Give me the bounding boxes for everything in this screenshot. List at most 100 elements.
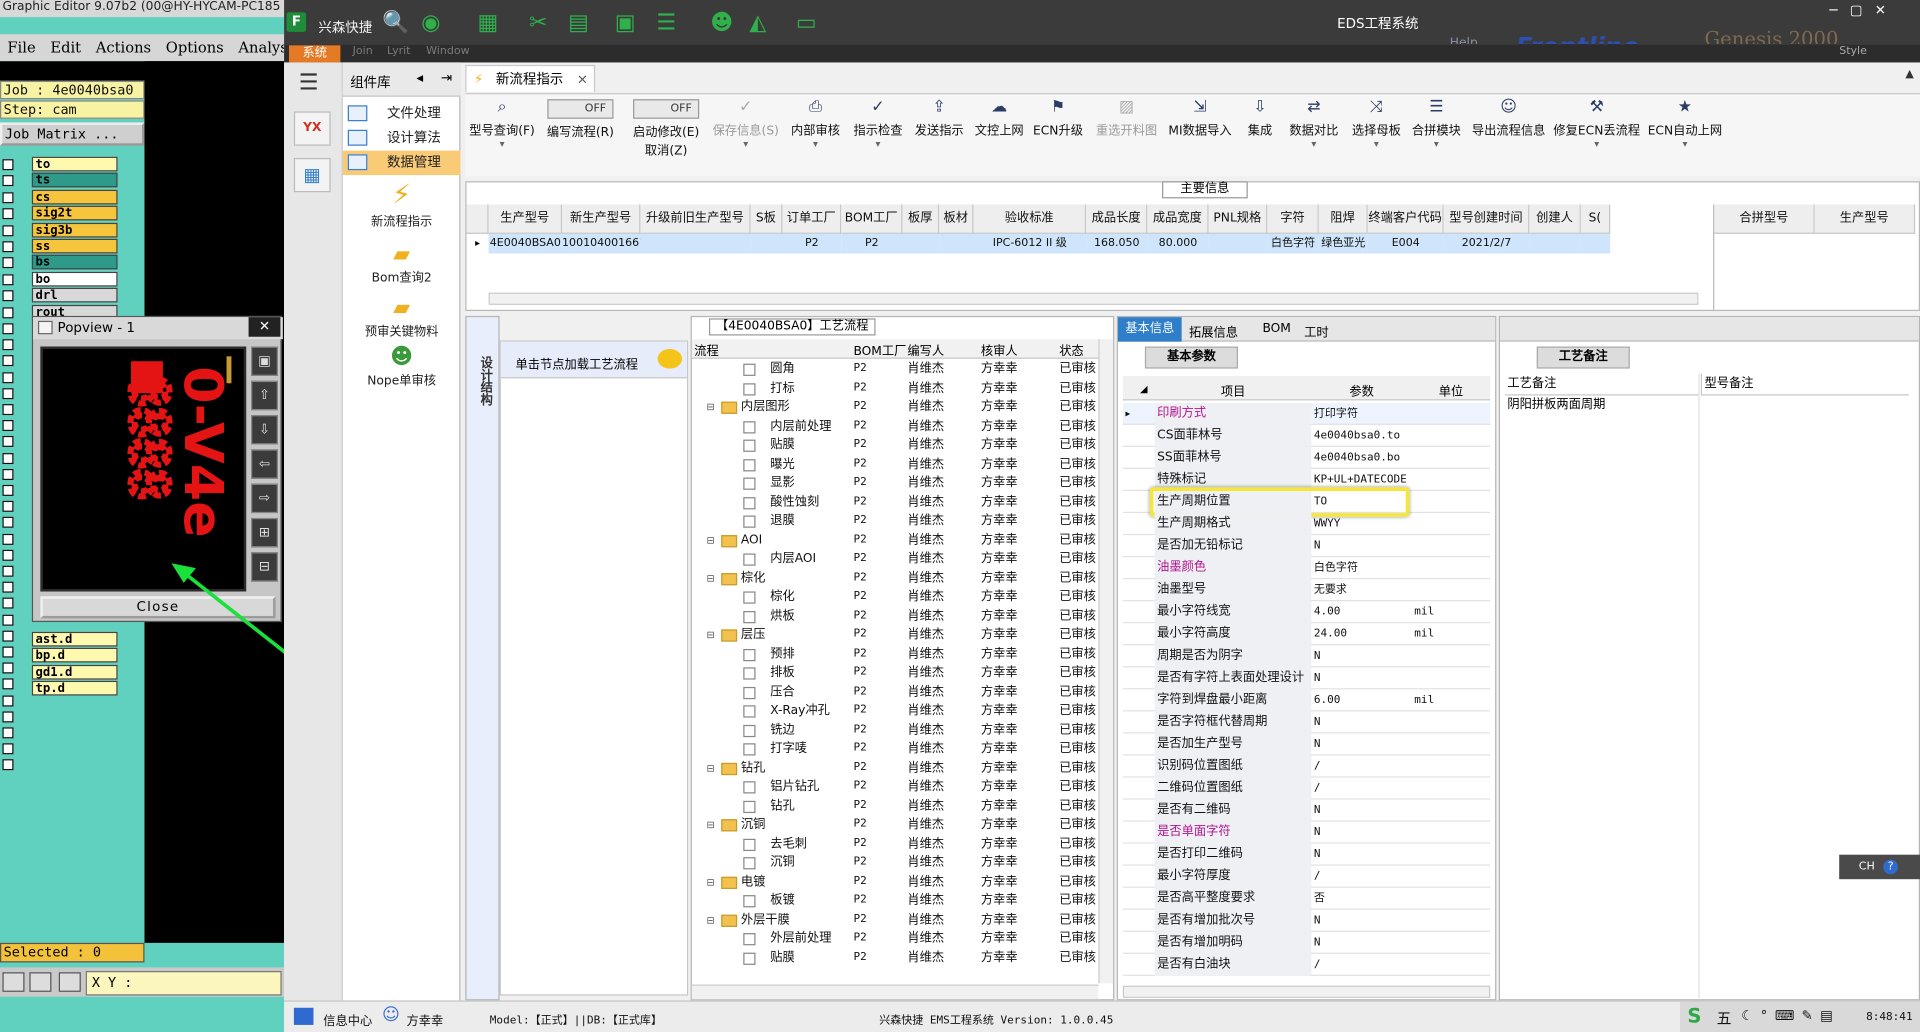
layer-row[interactable]: ast.d <box>31 631 118 647</box>
detail-row[interactable]: 是否高平整度要求否 <box>1122 887 1491 910</box>
layer-checkbox[interactable] <box>2 290 14 302</box>
grid-cell[interactable] <box>750 233 783 254</box>
tab-work-hours[interactable]: 工时 <box>1304 322 1328 340</box>
toolbar-button[interactable]: ✓ 指示检查 ▾ <box>850 97 906 170</box>
detail-row[interactable]: CS面菲林号 4e0040bsa0.to <box>1122 424 1491 447</box>
grid-cell[interactable]: P2 <box>782 233 842 254</box>
tree-row[interactable]: 沉铜 P2 肖维杰 方幸幸 已审核 <box>692 853 1099 872</box>
sogou-ime-icon[interactable]: S <box>1687 1004 1701 1027</box>
grid-column-header[interactable]: 字符 <box>1267 204 1319 234</box>
layer-checkbox[interactable] <box>2 224 14 236</box>
layer-checkbox[interactable] <box>2 646 14 658</box>
detail-column-header[interactable]: 单位 <box>1412 381 1490 399</box>
tree-column-header[interactable]: 流程 <box>694 340 718 358</box>
layer-row[interactable]: bp.d <box>31 648 118 663</box>
detail-value[interactable]: N <box>1311 667 1411 689</box>
popview-zoom-fit-icon[interactable]: ▣ <box>251 346 278 376</box>
layer-checkbox[interactable] <box>2 711 14 723</box>
tree-row[interactable]: ⊟ 内层图形 P2 肖维杰 方幸幸 已审核 <box>692 398 1099 417</box>
grid-cell[interactable]: 80.000 <box>1147 233 1209 254</box>
layer-checkbox[interactable] <box>2 404 14 416</box>
popview-pan-left-icon[interactable]: ⇦ <box>251 449 278 479</box>
grid-cell[interactable]: 4E0040BSA0 <box>488 233 563 254</box>
detail-value[interactable]: N <box>1311 932 1411 954</box>
nav-collapse-icon[interactable]: ◂ <box>416 70 423 86</box>
tab-new-process[interactable]: ⚡ 新流程指示 × <box>465 64 596 92</box>
toolbar-button[interactable]: ☺ 导出流程信息 <box>1469 97 1547 170</box>
process-tree-h-scrollbar[interactable] <box>691 984 1099 1000</box>
layer-checkbox[interactable] <box>2 241 14 253</box>
tree-row[interactable]: ⊟ 棕化 P2 肖维杰 方幸幸 已审核 <box>692 569 1099 588</box>
grid-cell[interactable]: 10010400166176 <box>562 233 641 254</box>
tree-expander-icon[interactable]: ⊟ <box>707 816 715 834</box>
nav-item-data-management[interactable]: 数据管理 <box>342 150 461 176</box>
detail-row[interactable]: 字符到焊盘最小距离 6.00 mil <box>1122 689 1491 712</box>
tree-row[interactable]: 预排 P2 肖维杰 方幸幸 已审核 <box>692 645 1099 664</box>
tab-basic-info[interactable]: 基本信息 <box>1117 317 1182 342</box>
toolbar-button[interactable]: ✓ 保存信息(S) ▾ <box>708 97 784 170</box>
layer-checkbox[interactable] <box>2 727 14 739</box>
toolbar-button[interactable]: ☰ 合拼模块 ▾ <box>1408 97 1464 170</box>
grid-cell[interactable]: P2 <box>841 233 903 254</box>
detail-row[interactable]: 是否有二维码 N <box>1122 799 1491 822</box>
tree-row[interactable]: X-Ray冲孔 P2 肖维杰 方幸幸 已审核 <box>692 702 1099 721</box>
toolbar-button[interactable]: ⇲ MI数据导入 <box>1166 97 1235 170</box>
tree-row[interactable]: 排板 P2 肖维杰 方幸幸 已审核 <box>692 664 1099 683</box>
tree-row[interactable]: ⊟ 电镀 P2 肖维杰 方幸幸 已审核 <box>692 872 1099 891</box>
grid-cell[interactable] <box>640 233 751 254</box>
grid-column-header[interactable]: 阻焊 <box>1318 204 1368 234</box>
grid-column-header[interactable]: 生产型号 <box>488 204 563 234</box>
layer-checkbox[interactable] <box>2 371 14 383</box>
tree-expander-icon[interactable]: ⊟ <box>707 910 715 928</box>
layer-checkbox[interactable] <box>2 743 14 755</box>
grid-cell[interactable]: 绿色亚光 <box>1318 233 1368 254</box>
dropdown-arrow-icon[interactable]: ▾ <box>465 138 538 149</box>
film-toolbar-icon[interactable]: ▤ <box>568 10 589 36</box>
list-toolbar-icon[interactable]: ☰ <box>656 10 676 36</box>
dropdown-arrow-icon[interactable]: ▾ <box>1349 138 1403 149</box>
detail-row[interactable]: ▸ 印刷方式 打印字符 <box>1122 402 1491 425</box>
detail-column-header[interactable]: 项目 <box>1155 381 1312 399</box>
detail-row[interactable]: 油墨颜色 白色字符 <box>1122 557 1491 580</box>
layer-checkbox[interactable] <box>2 678 14 690</box>
tree-row[interactable]: ⊟ 层压 P2 肖维杰 方幸幸 已审核 <box>692 626 1099 645</box>
job-matrix-button[interactable]: Job Matrix ... <box>0 122 145 146</box>
layer-checkbox[interactable] <box>2 581 14 593</box>
tab-process-notes[interactable]: 工艺备注 <box>1536 346 1630 369</box>
tree-row[interactable]: 压合 P2 肖维杰 方幸幸 已审核 <box>692 683 1099 702</box>
yx-module-icon[interactable]: YX <box>293 111 331 146</box>
merge-grid-column-header[interactable]: 合拼型号 <box>1714 204 1815 234</box>
tree-row[interactable]: 烘板 P2 肖维杰 方幸幸 已审核 <box>692 607 1099 626</box>
detail-row[interactable]: 是否有白油块 / <box>1122 953 1491 976</box>
tab-bom[interactable]: BOM <box>1262 322 1290 335</box>
tab-overflow-icon[interactable]: ▲ <box>1905 69 1913 81</box>
ge-menu-analysis[interactable]: Analysis <box>238 39 284 56</box>
grid-cell[interactable] <box>902 233 940 254</box>
detail-value[interactable]: N <box>1311 733 1411 755</box>
layer-checkbox[interactable] <box>2 484 14 496</box>
grid-column-header[interactable]: 板厚 <box>902 204 940 234</box>
detail-value[interactable]: N <box>1311 800 1411 822</box>
tool-precheck-material[interactable]: ▰ 预审关键物料 <box>343 295 461 339</box>
info-center-label[interactable]: 信息中心 <box>323 1010 372 1028</box>
dropdown-arrow-icon[interactable]: ▾ <box>1553 138 1641 149</box>
detail-h-scrollbar[interactable] <box>1122 985 1491 998</box>
layer-row[interactable]: cs <box>31 189 118 205</box>
ge-tool-2-icon[interactable] <box>29 972 52 992</box>
toolbar-button[interactable]: ⎙ 内部审核 ▾ <box>786 97 845 170</box>
layer-checkbox[interactable] <box>2 662 14 674</box>
layer-checkbox[interactable] <box>2 387 14 399</box>
user-toolbar-icon[interactable]: ☻ <box>710 10 733 36</box>
window-toolbar-icon[interactable]: ▭ <box>796 10 817 36</box>
grid-cell[interactable]: E004 <box>1367 233 1444 254</box>
layer-checkbox[interactable] <box>2 549 14 561</box>
app-menu-label[interactable]: 兴森快捷 <box>318 17 372 37</box>
layer-checkbox[interactable] <box>2 468 14 480</box>
detail-column-header[interactable]: 参数 <box>1311 381 1411 399</box>
detail-row[interactable]: 最小字符厚度 / <box>1122 865 1491 888</box>
system-tab[interactable]: 系统 <box>288 45 341 63</box>
tree-row[interactable]: 板镀 P2 肖维杰 方幸幸 已审核 <box>692 891 1099 910</box>
toolbar-button[interactable]: OFF 编写流程(R) <box>541 97 619 170</box>
grid-cell[interactable]: 白色字符 <box>1267 233 1319 254</box>
tree-row[interactable]: 贴膜 P2 肖维杰 方幸幸 已审核 <box>692 948 1099 967</box>
